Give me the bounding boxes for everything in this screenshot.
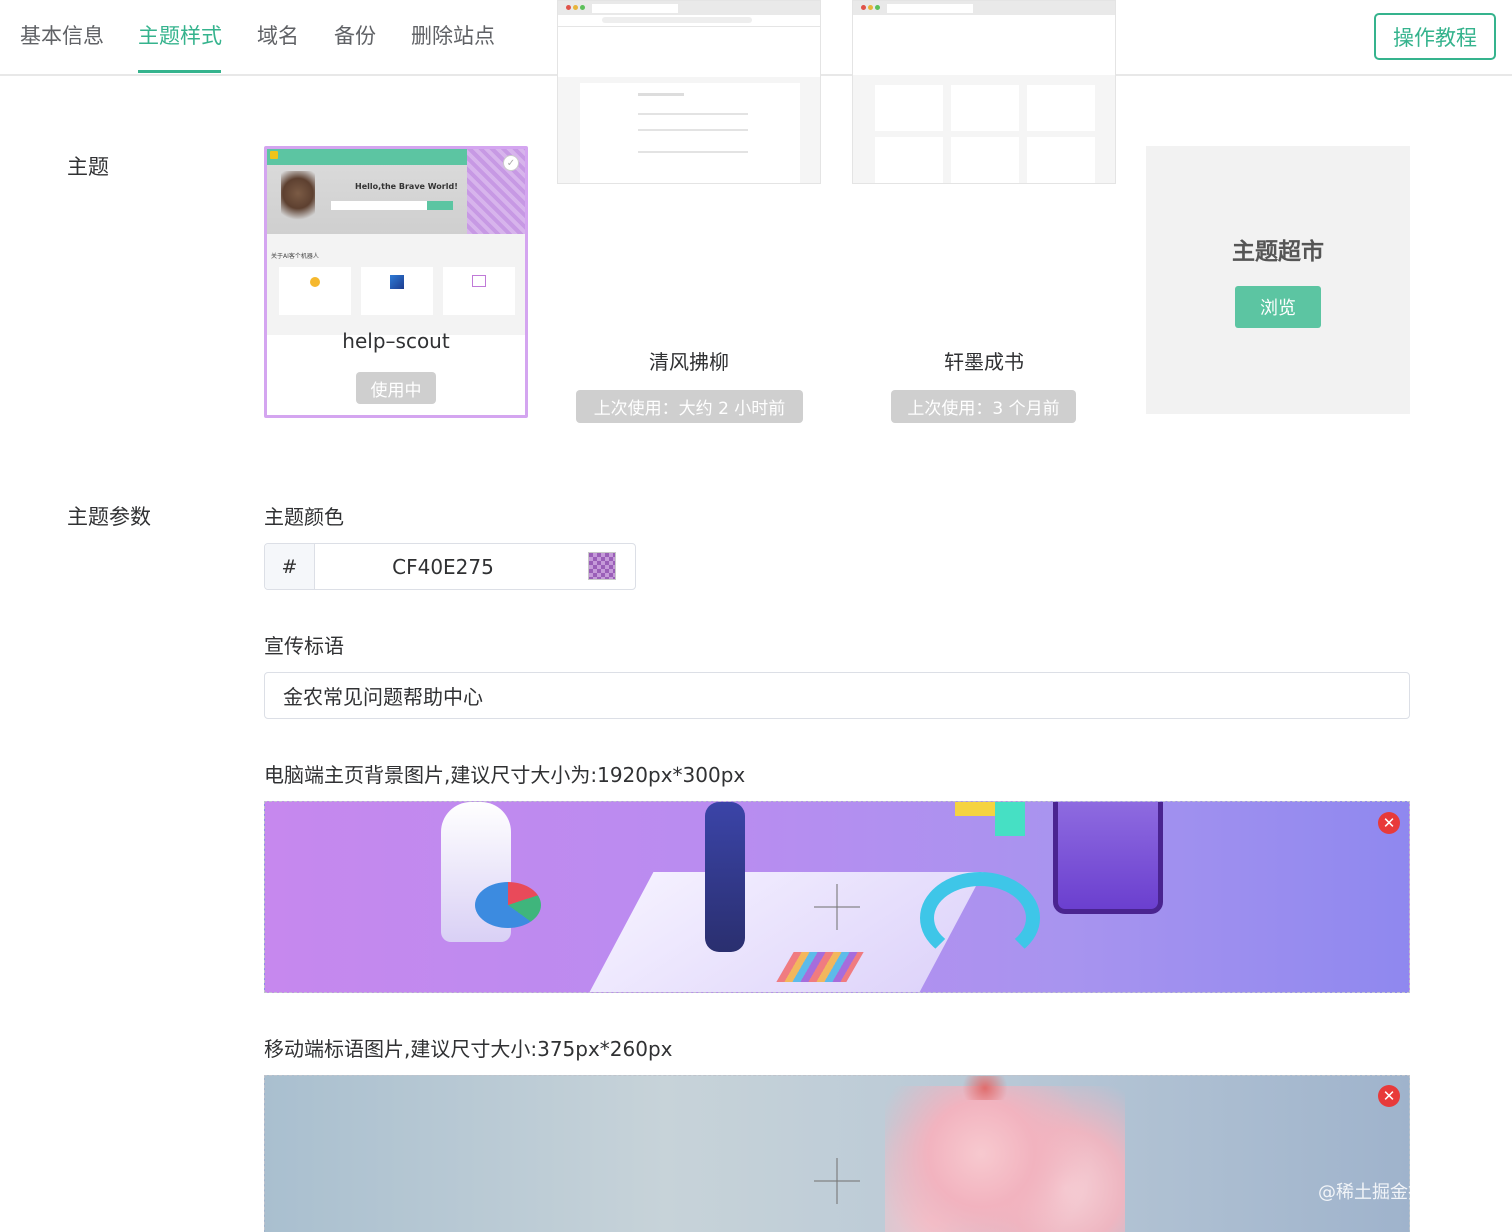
mobile-banner-label: 移动端标语图片,建议尺寸大小:375px*260px	[264, 1037, 673, 1061]
theme-market-card: 主题超市 浏览	[1146, 146, 1410, 414]
color-value[interactable]: CF40E275	[315, 544, 571, 589]
theme-card-help-scout[interactable]: Hello,the Brave World! 关于AI客个机器人 ✓ help–…	[264, 146, 528, 418]
ring-chart-illustration	[920, 872, 1040, 964]
theme-name: 轩墨成书	[944, 350, 1024, 374]
pie-illustration	[475, 882, 541, 928]
mobile-banner-upload[interactable]: ✕	[264, 1075, 1410, 1232]
tab-domain[interactable]: 域名	[257, 20, 299, 50]
slogan-label: 宣传标语	[264, 634, 344, 658]
browse-button[interactable]: 浏览	[1235, 286, 1321, 328]
theme-thumbnail	[852, 0, 1116, 184]
thumb-hero: Hello,the Brave World!	[267, 149, 525, 234]
theme-params-label: 主题参数	[67, 505, 151, 529]
blossom-illustration	[885, 1086, 1125, 1232]
watermark: @稀土掘金技术社区	[1318, 1182, 1480, 1203]
theme-status-badge: 使用中	[356, 372, 436, 404]
thumb-hero-title: Hello,the Brave World!	[355, 182, 458, 191]
upload-plus-icon	[814, 884, 860, 930]
theme-name: 清风拂柳	[649, 350, 729, 374]
tab-backup[interactable]: 备份	[334, 20, 376, 50]
theme-status-badge: 上次使用：大约 2 小时前	[576, 390, 803, 423]
upload-plus-icon	[814, 1158, 860, 1204]
slogan-input[interactable]: 金农常见问题帮助中心	[264, 672, 1410, 719]
theme-market-title: 主题超市	[1232, 239, 1324, 265]
color-hash-prefix: #	[265, 544, 315, 589]
tutorial-button[interactable]: 操作教程	[1374, 13, 1496, 60]
mobile-banner-delete-icon[interactable]: ✕	[1378, 1085, 1400, 1107]
selected-check-icon: ✓	[503, 155, 519, 171]
pc-banner-upload[interactable]: ✕	[264, 801, 1410, 993]
phone-illustration	[1053, 802, 1163, 914]
thumb-section-title: 关于AI客个机器人	[271, 253, 319, 260]
theme-color-input[interactable]: # CF40E275	[264, 543, 636, 590]
tab-theme-style[interactable]: 主题样式	[138, 20, 222, 50]
tab-basic-info[interactable]: 基本信息	[20, 20, 104, 50]
person-illustration	[705, 802, 745, 952]
theme-name: help–scout	[342, 329, 450, 353]
pc-banner-delete-icon[interactable]: ✕	[1378, 812, 1400, 834]
theme-color-label: 主题颜色	[264, 505, 344, 529]
theme-thumbnail: Hello,the Brave World! 关于AI客个机器人 ✓	[267, 149, 525, 335]
pc-banner-label: 电脑端主页背景图片,建议尺寸大小为:1920px*300px	[264, 763, 746, 787]
active-tab-indicator	[138, 70, 221, 73]
theme-section-label: 主题	[67, 155, 109, 179]
theme-thumbnail	[557, 0, 821, 184]
theme-status-badge: 上次使用：3 个月前	[891, 390, 1076, 423]
color-picker-swatch[interactable]	[588, 552, 616, 580]
tab-delete-site[interactable]: 删除站点	[411, 20, 495, 50]
